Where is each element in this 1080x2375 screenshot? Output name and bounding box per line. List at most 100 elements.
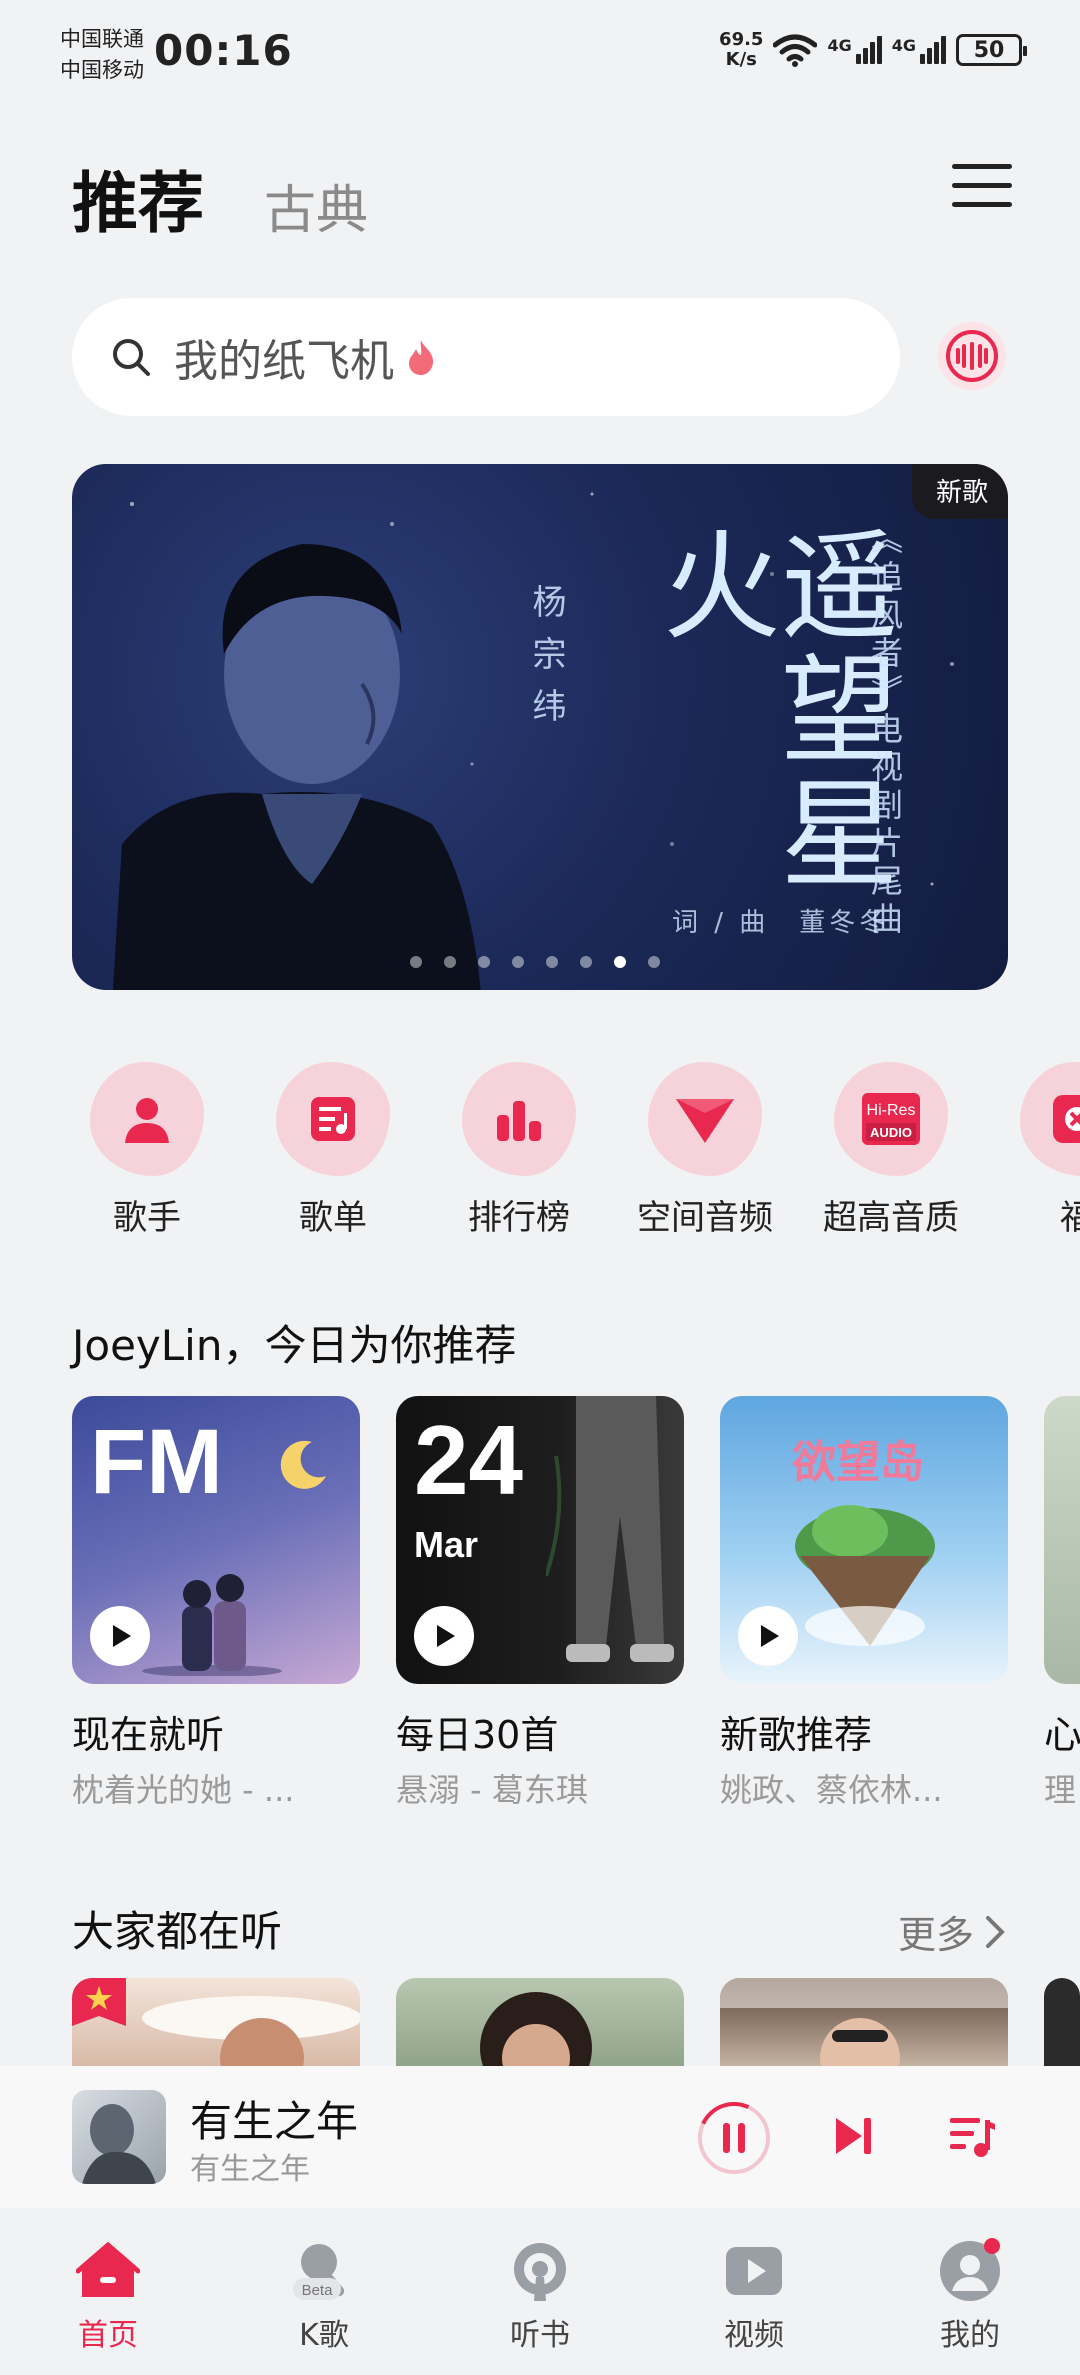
category-welfare[interactable]: 福 <box>1002 1062 1080 1232</box>
new-songs-cover-text: 欲望岛 <box>792 1437 924 1488</box>
floating-island-illustration <box>795 1505 935 1646</box>
nav-video-label: 视频 <box>724 2318 784 2353</box>
home-icon <box>76 2241 140 2297</box>
category-chart[interactable]: 排行榜 <box>444 1062 594 1232</box>
chevron-right-icon <box>986 1915 1005 1948</box>
playlist-queue-button[interactable] <box>948 2112 996 2164</box>
play-button[interactable] <box>738 1606 798 1666</box>
now-playing-title: 有生之年 <box>190 2097 359 2146</box>
pause-icon <box>723 2123 745 2153</box>
carrier-1: 中国联通 <box>60 27 144 51</box>
nav-home[interactable]: 首页 <box>38 2236 178 2354</box>
tab-recommend[interactable]: 推荐 <box>72 150 204 246</box>
status-bar: 中国联通 中国移动 00:16 69.5 K/s 4G 4G 50 <box>0 0 1080 100</box>
card-cover <box>1044 1396 1080 1684</box>
card-cover: 24 Mar <box>396 1396 684 1684</box>
category-playlist[interactable]: 歌单 <box>258 1062 408 1232</box>
card-cover: 欲望岛 <box>720 1396 1008 1684</box>
popular-card[interactable] <box>396 1978 684 2068</box>
popular-card[interactable] <box>72 1978 360 2068</box>
play-button[interactable] <box>414 1606 474 1666</box>
wifi-icon <box>773 34 818 67</box>
play-button[interactable] <box>90 1606 150 1666</box>
category-welfare-label: 福 <box>1060 1198 1080 1232</box>
singer-photo <box>480 1992 592 2068</box>
play-icon <box>113 1625 131 1647</box>
singer-photo <box>720 1978 1008 2068</box>
carrier-names: 中国联通 中国移动 <box>60 24 144 86</box>
network-speed: 69.5 K/s <box>719 30 763 70</box>
next-track-icon <box>836 2118 871 2154</box>
listen-radio-icon[interactable] <box>938 322 1006 390</box>
search-icon <box>113 339 150 376</box>
card-cover: FM <box>72 1396 360 1684</box>
card-subtitle: 理 <box>1044 1771 1077 1809</box>
banner-artist: 杨宗纬 <box>526 584 566 740</box>
category-singer[interactable]: 歌手 <box>72 1062 222 1232</box>
signal-1-icon: 4G <box>827 36 882 64</box>
card-title: 新歌推荐 <box>720 1713 873 1757</box>
video-icon <box>726 2247 782 2295</box>
carrier-2: 中国移动 <box>60 58 144 82</box>
now-playing-cover <box>72 2090 166 2184</box>
menu-icon[interactable] <box>952 164 1012 212</box>
playlist-icon <box>311 1097 355 1141</box>
category-chart-label: 排行榜 <box>468 1198 570 1232</box>
play-icon <box>437 1625 455 1647</box>
nav-profile-label: 我的 <box>940 2318 1000 2353</box>
banner-pagination <box>410 956 660 968</box>
pagination-dot <box>648 956 660 968</box>
nav-karaoke[interactable]: Beta K歌 <box>254 2236 394 2354</box>
top-header: 推荐 古典 <box>72 150 1012 243</box>
card-title: 每日30首 <box>396 1713 559 1757</box>
popular-card[interactable] <box>720 1978 1008 2068</box>
recommend-card-fm[interactable]: FM 现在就听 枕着光的她 - ... <box>72 1396 360 1811</box>
artist-portrait <box>112 544 481 990</box>
category-spatial-audio[interactable]: 空间音频 <box>630 1062 780 1232</box>
category-spatial-audio-label: 空间音频 <box>637 1198 773 1232</box>
daily-cover-day: 24 <box>414 1405 524 1515</box>
popular-section-title: 大家都在听 <box>72 1907 283 1956</box>
pagination-dot <box>444 956 456 968</box>
popular-card-partial[interactable] <box>1044 1978 1080 2068</box>
mini-player[interactable]: 有生之年 有生之年 <box>0 2066 1080 2208</box>
card-subtitle: 枕着光的她 - ... <box>72 1771 295 1809</box>
recommend-card-daily[interactable]: 24 Mar 每日30首 悬溺 - 葛东琪 <box>396 1396 684 1811</box>
promo-banner[interactable]: 新歌 杨宗纬 遥望星火 《追风者》电视剧片尾曲 词 / 曲 董冬冬 <box>72 464 1008 990</box>
banner-subtitle: 《追风者》电视剧片尾曲 <box>866 522 904 940</box>
pagination-dot <box>410 956 422 968</box>
chart-icon <box>497 1101 541 1141</box>
singer-icon <box>125 1098 169 1143</box>
spatial-audio-icon <box>676 1099 734 1143</box>
search-placeholder: 我的纸飞机 <box>174 336 394 387</box>
card-subtitle: 姚政、蔡依林... <box>720 1771 943 1809</box>
pagination-dot <box>546 956 558 968</box>
queue-icon <box>950 2118 995 2157</box>
nav-audiobook-label: 听书 <box>510 2318 570 2353</box>
tab-classical[interactable]: 古典 <box>264 168 368 243</box>
more-link[interactable]: 更多 <box>898 1904 1006 1959</box>
nav-video[interactable]: 视频 <box>684 2236 824 2354</box>
banner-credit: 词 / 曲 董冬冬 <box>672 908 890 938</box>
next-button[interactable] <box>832 2114 876 2162</box>
signal-2-icon: 4G <box>892 36 946 64</box>
category-hi-res-label: 超高音质 <box>823 1198 959 1232</box>
category-singer-label: 歌手 <box>113 1198 181 1232</box>
battery-icon: 50 <box>956 34 1027 66</box>
recommend-section-title: JoeyLin，今日为你推荐 <box>72 1321 517 1370</box>
pause-button[interactable] <box>698 2102 770 2174</box>
signal-2-label: 4G <box>891 36 916 55</box>
nav-audiobook[interactable]: 听书 <box>470 2236 610 2354</box>
karaoke-icon: Beta <box>293 2244 345 2300</box>
svg-text:AUDIO: AUDIO <box>870 1125 912 1140</box>
recommend-card-new-songs[interactable]: 欲望岛 新歌推荐 姚政、蔡依林... <box>720 1396 1008 1811</box>
notification-dot <box>984 2238 1000 2254</box>
more-label: 更多 <box>897 1913 974 1957</box>
nav-home-label: 首页 <box>78 2318 138 2353</box>
recommend-card-partial[interactable]: 心 理 <box>1044 1396 1080 1811</box>
nav-profile[interactable]: 我的 <box>900 2236 1040 2354</box>
search-bar[interactable]: 我的纸飞机 <box>72 298 900 416</box>
daily-cover-month: Mar <box>414 1524 479 1565</box>
category-hi-res[interactable]: Hi-Res AUDIO 超高音质 <box>816 1062 966 1232</box>
status-indicators: 69.5 K/s 4G 4G 50 <box>719 30 1027 70</box>
